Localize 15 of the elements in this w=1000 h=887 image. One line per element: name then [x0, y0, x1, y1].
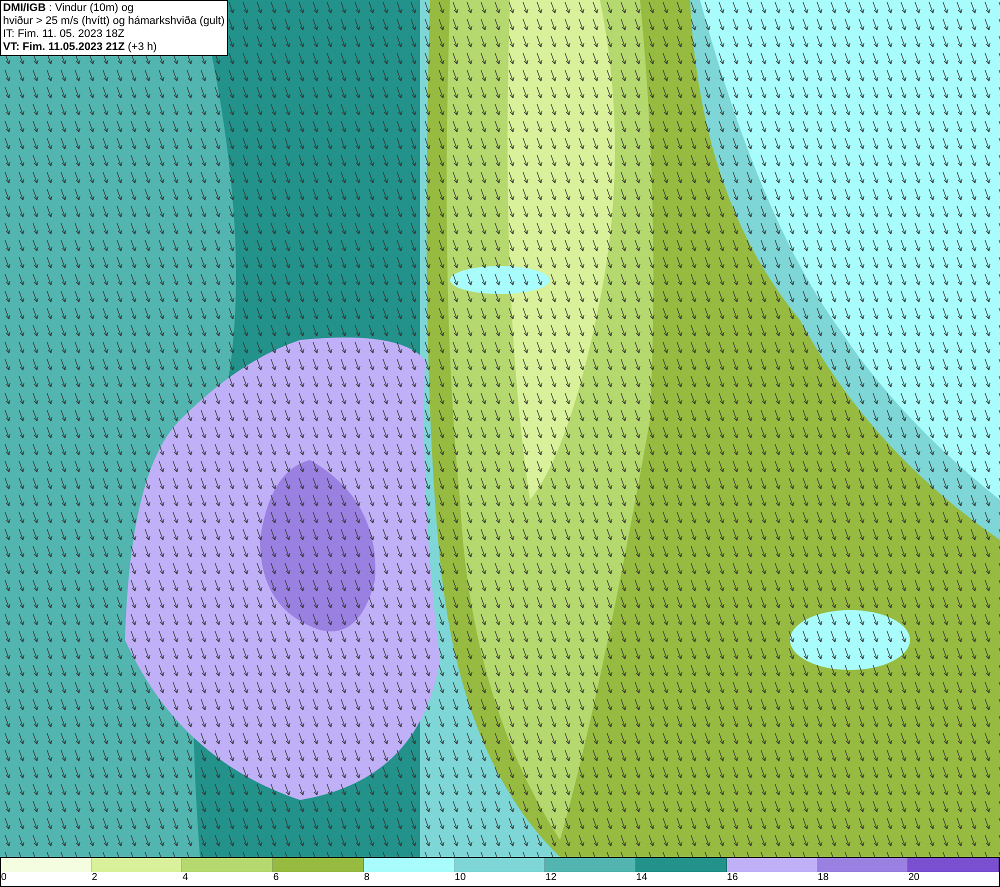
legend-label: 4: [182, 872, 188, 884]
info-text: IT: Fim. 11. 05. 2023 18Z: [3, 28, 126, 41]
info-text: DMI/IGB : Vindur (10m) og: [3, 2, 135, 15]
legend-label: 12: [545, 872, 557, 884]
legend-label: 18: [818, 872, 829, 884]
info-text: VT: Fim. 11.05.2023 21Z (+3 h): [3, 41, 158, 54]
legend-label: 8: [364, 872, 370, 884]
legend-label: 10: [454, 872, 466, 884]
legend-label: 20: [908, 872, 920, 884]
legend-label: 14: [636, 872, 648, 884]
legend-label: 16: [726, 872, 738, 884]
legend-label: 0: [1, 872, 7, 884]
legend-label: 2: [92, 872, 98, 884]
legend-label: 6: [273, 872, 279, 884]
info-text: hviður > 25 m/s (hvítt) og hámarkshviða (gult): [3, 15, 225, 28]
